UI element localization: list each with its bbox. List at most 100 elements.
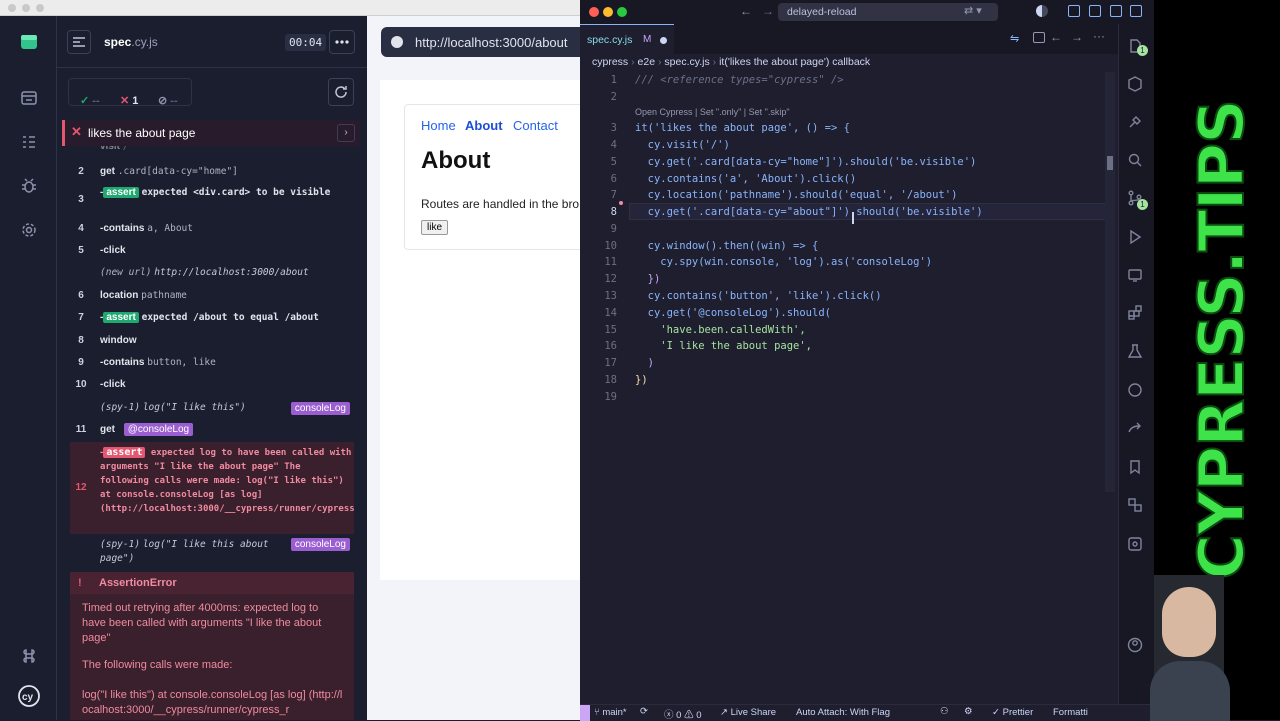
specs-icon[interactable] <box>17 86 41 110</box>
run-debug-icon[interactable] <box>1123 225 1147 249</box>
more-options-icon[interactable] <box>329 30 355 54</box>
settings-gear-icon[interactable] <box>17 218 41 242</box>
testing-icon[interactable] <box>1123 110 1147 134</box>
layout-bottom-icon[interactable] <box>1110 5 1122 17</box>
nav-about-link[interactable]: About <box>465 118 503 133</box>
extensions-cube-icon[interactable] <box>1123 72 1147 96</box>
maximize-window-button[interactable] <box>617 7 627 17</box>
close-window-button[interactable] <box>8 4 16 12</box>
layout-panel-icon[interactable] <box>1089 5 1101 17</box>
breadcrumb-item[interactable]: spec.cy.js <box>664 56 709 68</box>
auto-attach-status[interactable]: Auto Attach: With Flag <box>796 707 890 718</box>
line-number: 5 <box>610 156 617 168</box>
breadcrumb-item[interactable]: it('likes the about page') callback <box>719 56 870 68</box>
line-number: 17 <box>604 357 617 369</box>
debug-icon[interactable] <box>17 174 41 198</box>
check-icon: ✓ <box>80 95 90 107</box>
cypress-logo-icon[interactable] <box>17 30 41 54</box>
maximize-window-button[interactable] <box>36 4 44 12</box>
failed-assert-row[interactable]: 12 - assert expected log to have been cal… <box>70 442 354 534</box>
code-line[interactable]: cy.contains('button', 'like').click() <box>635 290 882 302</box>
x-icon: ✕ <box>120 95 130 107</box>
accounts-icon[interactable] <box>1036 5 1048 17</box>
go-back-icon[interactable]: ← <box>1050 30 1062 44</box>
docker-icon[interactable] <box>1123 532 1147 556</box>
error-panel: ! AssertionError Timed out retrying afte… <box>70 572 354 720</box>
code-line[interactable]: cy.window().then((win) => { <box>635 240 819 252</box>
line-number: 18 <box>604 374 617 386</box>
runs-icon[interactable] <box>17 130 41 154</box>
layout-secondary-icon[interactable] <box>1130 5 1142 17</box>
error-message: Timed out retrying after 4000ms: expecte… <box>82 602 322 644</box>
prettier-status[interactable]: ✓ Prettier <box>992 707 1033 718</box>
toggle-specs-list-icon[interactable] <box>67 30 91 54</box>
code-line[interactable]: cy.get('.card[data-cy="home"]').should('… <box>635 156 977 168</box>
more-actions-icon[interactable]: ··· <box>1093 29 1105 43</box>
like-button[interactable]: like <box>421 220 449 235</box>
code-line[interactable]: cy.spy(win.console, 'log').as('consoleLo… <box>635 256 932 268</box>
nav-back-icon[interactable]: ← <box>740 4 752 18</box>
url-bar[interactable]: http://localhost:3000/about <box>381 27 580 57</box>
line-number: 12 <box>604 273 617 285</box>
line-number: 9 <box>610 223 617 235</box>
code-line[interactable]: /// <reference types="cypress" /> <box>635 74 844 86</box>
go-forward-icon[interactable]: → <box>1071 30 1083 44</box>
code-line[interactable]: it('likes the about page', () => { <box>635 122 850 134</box>
open-changes-icon[interactable]: ⇋ <box>1010 32 1019 45</box>
failed-test-header[interactable]: ✕ likes the about page › <box>62 120 360 146</box>
extensions-icon[interactable] <box>1123 301 1147 325</box>
nav-forward-icon[interactable]: → <box>762 4 774 18</box>
code-line[interactable]: cy.contains('a', 'About').click() <box>635 173 857 185</box>
extension-status-icon[interactable]: ⚙ <box>964 706 973 717</box>
remote-indicator[interactable] <box>580 705 590 721</box>
split-editor-icon[interactable] <box>1033 32 1045 43</box>
code-line[interactable]: }) <box>635 374 648 386</box>
line-number: 16 <box>604 340 617 352</box>
error-header: ! AssertionError <box>70 572 354 594</box>
account-icon[interactable] <box>1123 633 1147 657</box>
bookmark-icon[interactable] <box>1123 455 1147 479</box>
code-line[interactable]: 'have.been.calledWith', <box>635 324 805 336</box>
layout-sidebar-icon[interactable] <box>1068 5 1080 17</box>
nav-home-link[interactable]: Home <box>421 118 456 133</box>
timeline-icon[interactable] <box>1123 493 1147 517</box>
aut-viewport: Home About Contact About Routes are hand… <box>380 80 580 580</box>
line-number: 1 <box>610 74 617 86</box>
code-line[interactable]: cy.get('@consoleLog').should( <box>635 307 831 319</box>
remote-explorer-icon[interactable] <box>1123 263 1147 287</box>
git-branch[interactable]: ⑂ main* <box>594 707 627 718</box>
code-line[interactable]: cy.get('.card[data-cy="about"]').should(… <box>635 206 983 218</box>
open-in-ide-icon[interactable]: › <box>337 124 355 142</box>
pending-count: ⊘ -- <box>158 95 178 107</box>
line-number: 4 <box>610 139 617 151</box>
formatting-status[interactable]: Formatti <box>1053 707 1088 718</box>
sync-icon[interactable]: ⟳ <box>640 706 648 717</box>
copilot-status-icon[interactable]: ⚇ <box>940 706 949 717</box>
codelens[interactable]: Open Cypress | Set ".only" | Set ".skip" <box>635 107 790 117</box>
code-line[interactable]: cy.location('pathname').should('equal', … <box>635 189 958 201</box>
problems-indicator[interactable]: ⓧ 0 ⚠ 0 <box>664 707 702 721</box>
tab-spec-cy-js[interactable]: spec.cy.js M <box>580 24 674 54</box>
code-line[interactable]: 'I like the about page', <box>635 340 812 352</box>
minimize-window-button[interactable] <box>22 4 30 12</box>
cypress-tips-logo: CYPRESS.TIPS <box>1174 92 1270 592</box>
live-share-status[interactable]: ↗ Live Share <box>720 707 776 718</box>
copilot-icon[interactable]: ⇄ ▾ <box>964 4 982 17</box>
code-line[interactable]: cy.visit('/') <box>635 139 730 151</box>
live-share-icon[interactable] <box>1123 416 1147 440</box>
keyboard-shortcuts-icon[interactable] <box>17 644 41 668</box>
code-line[interactable]: ) <box>635 357 654 369</box>
nav-contact-link[interactable]: Contact <box>513 118 558 133</box>
breadcrumb-item[interactable]: e2e <box>638 56 656 68</box>
test-flask-icon[interactable] <box>1123 339 1147 363</box>
github-icon[interactable] <box>1123 378 1147 402</box>
rerun-button[interactable] <box>328 78 354 106</box>
unsaved-dot-icon[interactable] <box>660 37 667 44</box>
minimize-window-button[interactable] <box>603 7 613 17</box>
close-window-button[interactable] <box>589 7 599 17</box>
search-icon[interactable] <box>1123 148 1147 172</box>
editor-scrollbar[interactable] <box>1105 72 1115 492</box>
code-line[interactable]: }) <box>635 273 661 285</box>
error-icon: ! <box>78 577 82 589</box>
breadcrumb-item[interactable]: cypress <box>592 56 628 68</box>
